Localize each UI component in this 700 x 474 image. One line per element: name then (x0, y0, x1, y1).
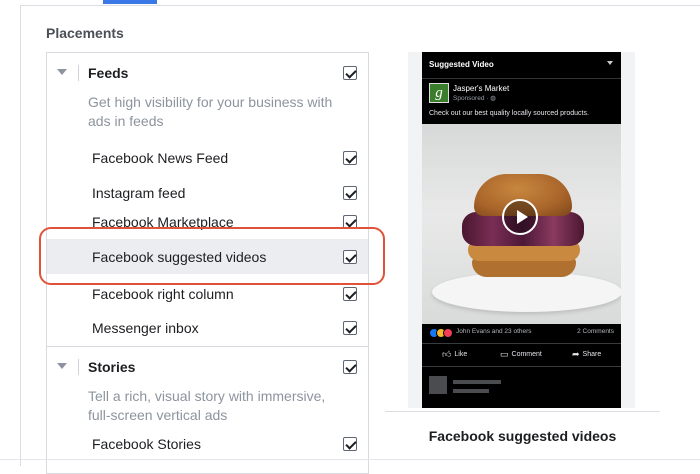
divider (78, 359, 79, 375)
placement-label: Facebook News Feed (92, 150, 229, 166)
ad-preview-screen: Suggested Video g Jasper's Market Sponso… (422, 52, 621, 408)
love-reaction-icon (443, 328, 453, 338)
reactions-text: John Evans and 23 others (456, 328, 532, 335)
ad-primary-text: Check out our best quality locally sourc… (429, 110, 589, 117)
group-header-feeds[interactable]: Feeds (47, 53, 368, 93)
sponsored-label: Sponsored · ◍ (453, 94, 496, 102)
share-action: ➦ Share (572, 349, 601, 360)
comment-action: ▭ Comment (500, 349, 542, 360)
ad-preview-phone: Suggested Video g Jasper's Market Sponso… (408, 52, 635, 408)
globe-icon: ◍ (490, 95, 496, 102)
play-icon (502, 199, 538, 235)
plate-shape (432, 272, 621, 312)
preview-caption: Facebook suggested videos (428, 428, 617, 444)
placeholder-line (453, 380, 501, 384)
active-tab-indicator (103, 0, 157, 4)
placement-label: Messenger inbox (92, 320, 199, 336)
ad-video-thumbnail (422, 124, 621, 324)
sponsored-text: Sponsored · (453, 95, 491, 102)
placement-label: Facebook Stories (92, 436, 201, 452)
divider (0, 459, 700, 460)
group-description: Tell a rich, visual story with immersive… (88, 388, 326, 423)
group-description: Get high visibility for your business wi… (88, 94, 333, 129)
page-name: Jasper's Market (453, 84, 510, 93)
placement-label: Instagram feed (92, 185, 186, 201)
chevron-down-icon (607, 61, 613, 65)
comment-icon: ▭ (500, 349, 509, 359)
placement-item-messenger-inbox[interactable]: Messenger inbox (47, 311, 368, 346)
page: Placements Feeds Get high visibility for… (0, 0, 700, 474)
placement-label: Facebook right column (92, 286, 234, 302)
preview-header-title: Suggested Video (429, 60, 494, 69)
placement-item-instagram-feed[interactable]: Instagram feed (47, 176, 368, 211)
group-header-stories[interactable]: Stories (47, 347, 368, 387)
page-logo: g (429, 83, 449, 103)
logo-letter: g (435, 85, 443, 101)
divider (422, 366, 621, 367)
divider (78, 65, 79, 81)
checkbox-checked-icon[interactable] (343, 66, 357, 80)
placement-item-news-feed[interactable]: Facebook News Feed (47, 141, 368, 176)
chevron-down-icon[interactable] (57, 69, 67, 75)
share-icon: ➦ (572, 349, 580, 359)
group-label: Feeds (88, 65, 129, 81)
preview-header: Suggested Video (422, 52, 621, 79)
checkbox-checked-icon[interactable] (343, 437, 357, 451)
checkbox-checked-icon[interactable] (343, 360, 357, 374)
comment-label: Comment (511, 351, 542, 358)
placeholder-line (453, 389, 489, 393)
divider (385, 411, 660, 412)
checkbox-checked-icon[interactable] (343, 287, 357, 301)
group-label: Stories (88, 359, 136, 375)
checkbox-checked-icon[interactable] (343, 321, 357, 335)
like-label: Like (454, 351, 468, 358)
chevron-down-icon[interactable] (57, 363, 67, 369)
annotation-highlight-circle (39, 227, 385, 285)
section-title: Placements (46, 25, 124, 41)
like-icon: 👍︎ (442, 349, 452, 359)
placeholder-thumbnail (429, 376, 447, 394)
comments-count: 2 Comments (577, 328, 614, 335)
checkbox-checked-icon[interactable] (343, 151, 357, 165)
divider (422, 343, 621, 344)
placement-item-facebook-stories[interactable]: Facebook Stories (47, 433, 368, 468)
like-action: 👍︎ Like (442, 349, 467, 360)
share-label: Share (582, 351, 602, 358)
checkbox-checked-icon[interactable] (343, 186, 357, 200)
